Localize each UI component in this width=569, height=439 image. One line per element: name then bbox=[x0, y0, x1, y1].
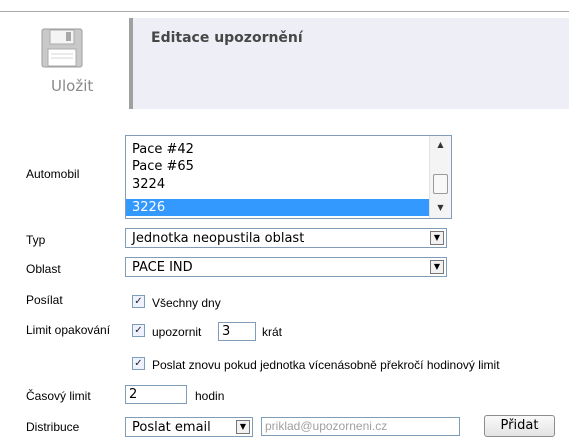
casovy-limit-input[interactable]: 2 bbox=[125, 385, 187, 404]
limit-count-input[interactable]: 3 bbox=[218, 322, 256, 341]
chevron-down-icon[interactable]: ▼ bbox=[430, 260, 444, 274]
email-field[interactable]: priklad@upozorneni.cz bbox=[261, 417, 460, 436]
upozornit-label: upozornit bbox=[152, 325, 202, 339]
distribuce-method-select[interactable]: Poslat email ▼ bbox=[125, 417, 253, 437]
typ-label: Typ bbox=[26, 233, 46, 247]
poslat-znovu-label: Poslat znovu pokud jednotka vícenásobně … bbox=[152, 358, 500, 372]
list-item[interactable]: Pace #65 bbox=[126, 158, 429, 175]
chevron-down-icon[interactable]: ▼ bbox=[236, 420, 250, 434]
automobil-label: Automobil bbox=[26, 167, 80, 181]
listbox-scrollbar[interactable]: ▲ ▼ bbox=[429, 136, 451, 218]
krat-label: krát bbox=[262, 325, 283, 339]
scroll-up-icon[interactable]: ▲ bbox=[430, 137, 451, 153]
save-label[interactable]: Uložit bbox=[51, 77, 93, 95]
oblast-value: PACE IND bbox=[132, 260, 193, 275]
hodin-label: hodin bbox=[195, 389, 225, 403]
chevron-down-icon[interactable]: ▼ bbox=[430, 231, 444, 245]
vsechny-dny-checkbox[interactable]: ✓ bbox=[132, 295, 145, 308]
casovy-limit-label: Časový limit bbox=[26, 389, 91, 403]
distribuce-label: Distribuce bbox=[26, 420, 80, 434]
limit-opakovani-label: Limit opakování bbox=[26, 323, 111, 337]
typ-select[interactable]: Jednotka neopustila oblast ▼ bbox=[125, 228, 447, 248]
vsechny-dny-label: Všechny dny bbox=[152, 296, 221, 310]
distribuce-method-value: Poslat email bbox=[132, 420, 211, 435]
poslat-label: Posílat bbox=[26, 293, 63, 307]
poslat-znovu-checkbox[interactable]: ✓ bbox=[132, 357, 145, 370]
page-title: Editace upozornění bbox=[151, 30, 303, 46]
scroll-down-icon[interactable]: ▼ bbox=[430, 200, 451, 216]
typ-value: Jednotka neopustila oblast bbox=[132, 231, 305, 246]
list-item-selected[interactable]: 3226 bbox=[126, 199, 429, 216]
floppy-disk-icon[interactable] bbox=[40, 28, 84, 68]
list-item[interactable]: Pace #42 bbox=[126, 141, 429, 158]
top-divider bbox=[0, 11, 569, 12]
automobil-listbox[interactable]: Pace #42 Pace #65 3224 3226 ▲ ▼ bbox=[125, 135, 452, 219]
oblast-label: Oblast bbox=[26, 262, 61, 276]
upozornit-checkbox[interactable]: ✓ bbox=[132, 324, 145, 337]
scroll-thumb[interactable] bbox=[433, 174, 448, 194]
oblast-select[interactable]: PACE IND ▼ bbox=[125, 257, 447, 277]
add-button[interactable]: Přidat bbox=[484, 415, 555, 437]
list-item[interactable]: 3224 bbox=[126, 176, 429, 193]
